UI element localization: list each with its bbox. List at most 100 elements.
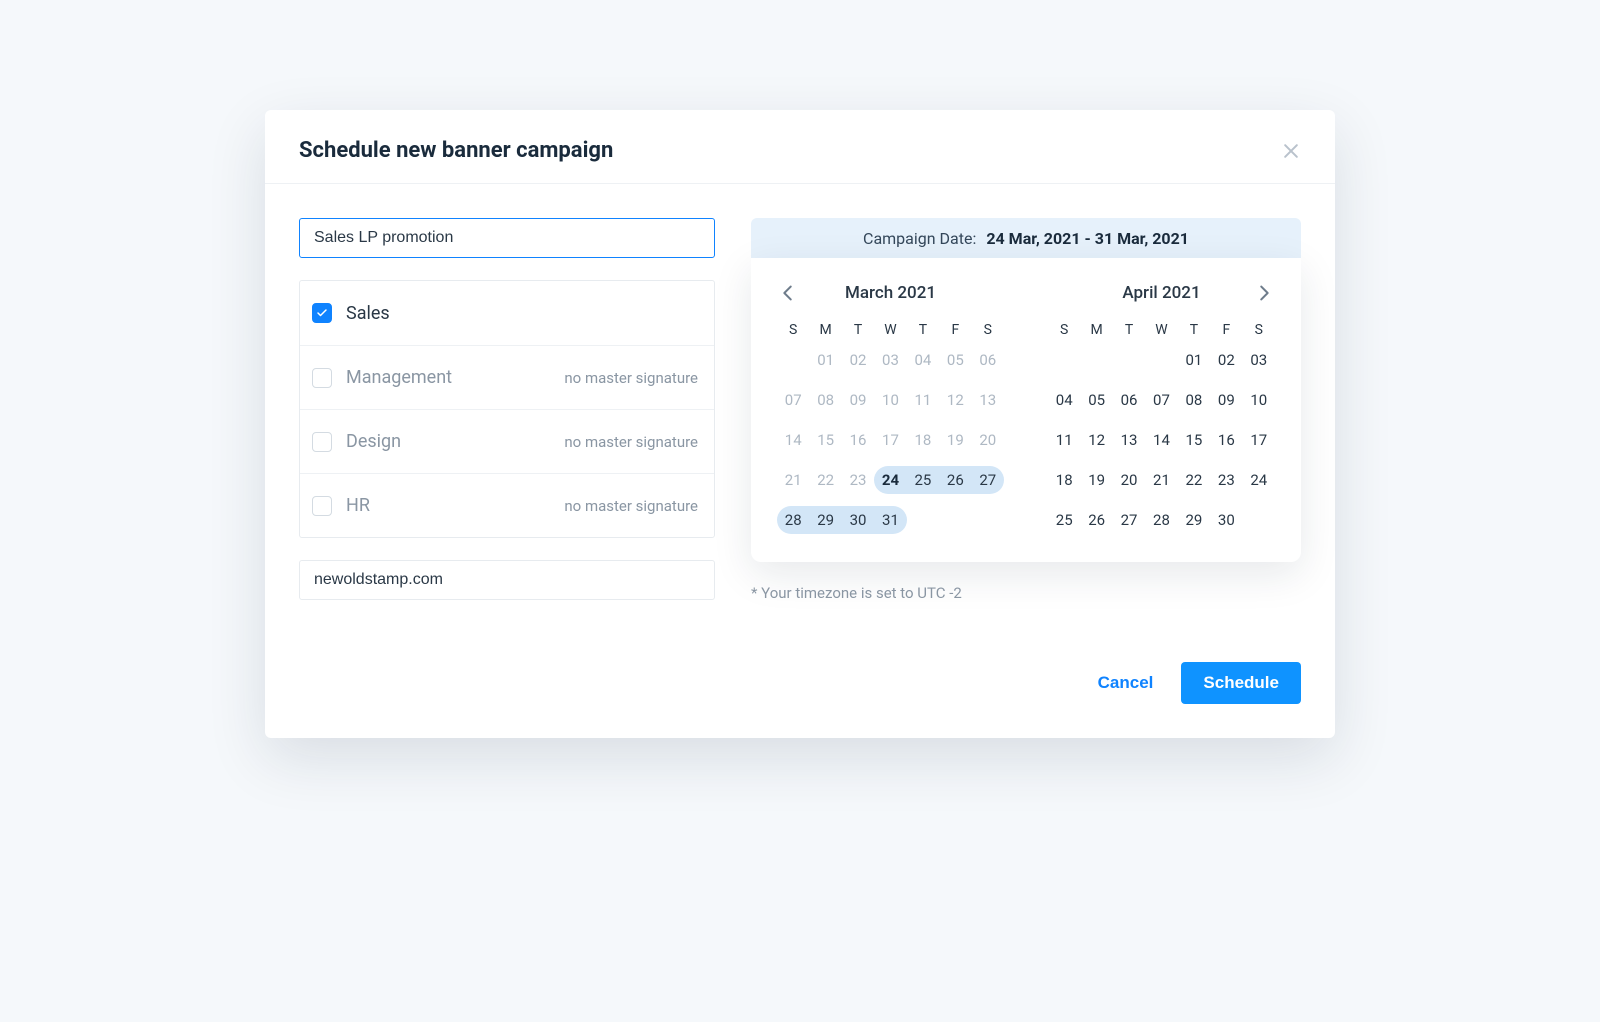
close-icon[interactable]	[1281, 141, 1301, 161]
department-row[interactable]: HRno master signature	[300, 473, 714, 537]
left-column: SalesManagementno master signatureDesign…	[299, 218, 715, 602]
calendar-day[interactable]: 10	[1243, 386, 1275, 414]
calendar-dow: S	[777, 322, 809, 338]
calendar-dow: F	[939, 322, 971, 338]
calendar-day[interactable]: 12	[1080, 426, 1112, 454]
calendar-dow: S	[1243, 322, 1275, 338]
calendar-dow: F	[1210, 322, 1242, 338]
calendar-day[interactable]: 21	[1145, 466, 1177, 494]
calendar-day[interactable]: 13	[1113, 426, 1145, 454]
calendar-prev-icon[interactable]	[777, 282, 799, 304]
calendar-dow: S	[1048, 322, 1080, 338]
calendar-day: 17	[874, 426, 906, 454]
calendar-day: 20	[972, 426, 1004, 454]
calendar-day[interactable]: 05	[1080, 386, 1112, 414]
calendar-day[interactable]: 11	[1048, 426, 1080, 454]
calendar-day[interactable]: 04	[1048, 386, 1080, 414]
calendar-card: March 2021SMTWTFS01020304050607080910111…	[751, 258, 1301, 562]
calendar-day[interactable]: 31	[874, 506, 906, 534]
department-note: no master signature	[564, 433, 698, 451]
calendar-day[interactable]: 30	[1210, 506, 1242, 534]
calendar-day: 22	[809, 466, 841, 494]
calendar-day: 12	[939, 386, 971, 414]
campaign-date-banner: Campaign Date: 24 Mar, 2021 - 31 Mar, 20…	[751, 218, 1301, 258]
calendar-day: 23	[842, 466, 874, 494]
calendar-day[interactable]: 20	[1113, 466, 1145, 494]
department-checkbox[interactable]	[312, 432, 332, 452]
calendar-month-title: April 2021	[1122, 283, 1200, 303]
calendar-next-icon[interactable]	[1253, 282, 1275, 304]
calendar-day[interactable]: 14	[1145, 426, 1177, 454]
calendar-dow: M	[809, 322, 841, 338]
calendar-day: 04	[907, 346, 939, 374]
calendar-dow: T	[1113, 322, 1145, 338]
right-column: Campaign Date: 24 Mar, 2021 - 31 Mar, 20…	[751, 218, 1301, 602]
calendar-dow: T	[842, 322, 874, 338]
calendar-day[interactable]: 28	[1145, 506, 1177, 534]
calendar-day: 15	[809, 426, 841, 454]
calendar-day[interactable]: 16	[1210, 426, 1242, 454]
campaign-date-label: Campaign Date:	[863, 229, 976, 248]
calendar-day[interactable]: 09	[1210, 386, 1242, 414]
calendar-day[interactable]: 28	[777, 506, 809, 534]
calendar-day[interactable]: 24	[874, 466, 906, 494]
department-name: Management	[346, 367, 452, 388]
campaign-name-input[interactable]	[299, 218, 715, 258]
calendar-day[interactable]: 07	[1145, 386, 1177, 414]
department-row[interactable]: Design no master signature	[300, 409, 714, 473]
calendar-day: 02	[842, 346, 874, 374]
calendar-day: 10	[874, 386, 906, 414]
department-name: Design	[346, 431, 401, 452]
calendar-day[interactable]: 08	[1178, 386, 1210, 414]
calendar-month: April 2021SMTWTFS01020304050607080910111…	[1048, 278, 1275, 534]
calendar-day: 14	[777, 426, 809, 454]
calendar-month: March 2021SMTWTFS01020304050607080910111…	[777, 278, 1004, 534]
calendar-day[interactable]: 30	[842, 506, 874, 534]
modal-footer: Cancel Schedule	[265, 602, 1335, 738]
department-list: SalesManagementno master signatureDesign…	[299, 280, 715, 538]
department-row[interactable]: Sales	[300, 281, 714, 345]
calendar-day[interactable]: 25	[907, 466, 939, 494]
cancel-button[interactable]: Cancel	[1098, 673, 1154, 693]
calendar-day[interactable]: 17	[1243, 426, 1275, 454]
calendar-day[interactable]: 15	[1178, 426, 1210, 454]
calendar-day[interactable]: 27	[1113, 506, 1145, 534]
calendar-day: 18	[907, 426, 939, 454]
calendar-day[interactable]: 03	[1243, 346, 1275, 374]
calendar-day[interactable]: 26	[1080, 506, 1112, 534]
schedule-campaign-modal: Schedule new banner campaign Sales Manage…	[265, 110, 1335, 738]
calendar-month-title: March 2021	[845, 283, 936, 303]
calendar-day[interactable]: 29	[1178, 506, 1210, 534]
calendar-day[interactable]: 26	[939, 466, 971, 494]
modal-title: Schedule new banner campaign	[299, 138, 613, 163]
calendar-day[interactable]: 23	[1210, 466, 1242, 494]
calendar-day: 19	[939, 426, 971, 454]
calendar-dow: W	[874, 322, 906, 338]
department-row[interactable]: Management no master signature	[300, 345, 714, 409]
calendar-day[interactable]: 02	[1210, 346, 1242, 374]
calendar-day[interactable]: 18	[1048, 466, 1080, 494]
calendar-dow: S	[972, 322, 1004, 338]
calendar-day: 03	[874, 346, 906, 374]
campaign-url-input[interactable]	[299, 560, 715, 600]
calendar-day[interactable]: 19	[1080, 466, 1112, 494]
calendar-day[interactable]: 27	[972, 466, 1004, 494]
calendar-day: 09	[842, 386, 874, 414]
calendar-day[interactable]: 25	[1048, 506, 1080, 534]
department-checkbox[interactable]	[312, 303, 332, 323]
calendar-day[interactable]: 01	[1178, 346, 1210, 374]
calendar-dow: W	[1145, 322, 1177, 338]
modal-header: Schedule new banner campaign	[265, 110, 1335, 184]
schedule-button[interactable]: Schedule	[1181, 662, 1301, 704]
department-checkbox[interactable]	[312, 496, 332, 516]
calendar-day: 06	[972, 346, 1004, 374]
calendar-day[interactable]: 29	[809, 506, 841, 534]
department-name: Sales	[346, 303, 390, 324]
calendar-day[interactable]: 22	[1178, 466, 1210, 494]
modal-body: SalesManagementno master signatureDesign…	[265, 184, 1335, 602]
department-note: no master signature	[564, 369, 698, 387]
calendar-day[interactable]: 06	[1113, 386, 1145, 414]
calendar-day[interactable]: 24	[1243, 466, 1275, 494]
calendar-day: 07	[777, 386, 809, 414]
department-checkbox[interactable]	[312, 368, 332, 388]
